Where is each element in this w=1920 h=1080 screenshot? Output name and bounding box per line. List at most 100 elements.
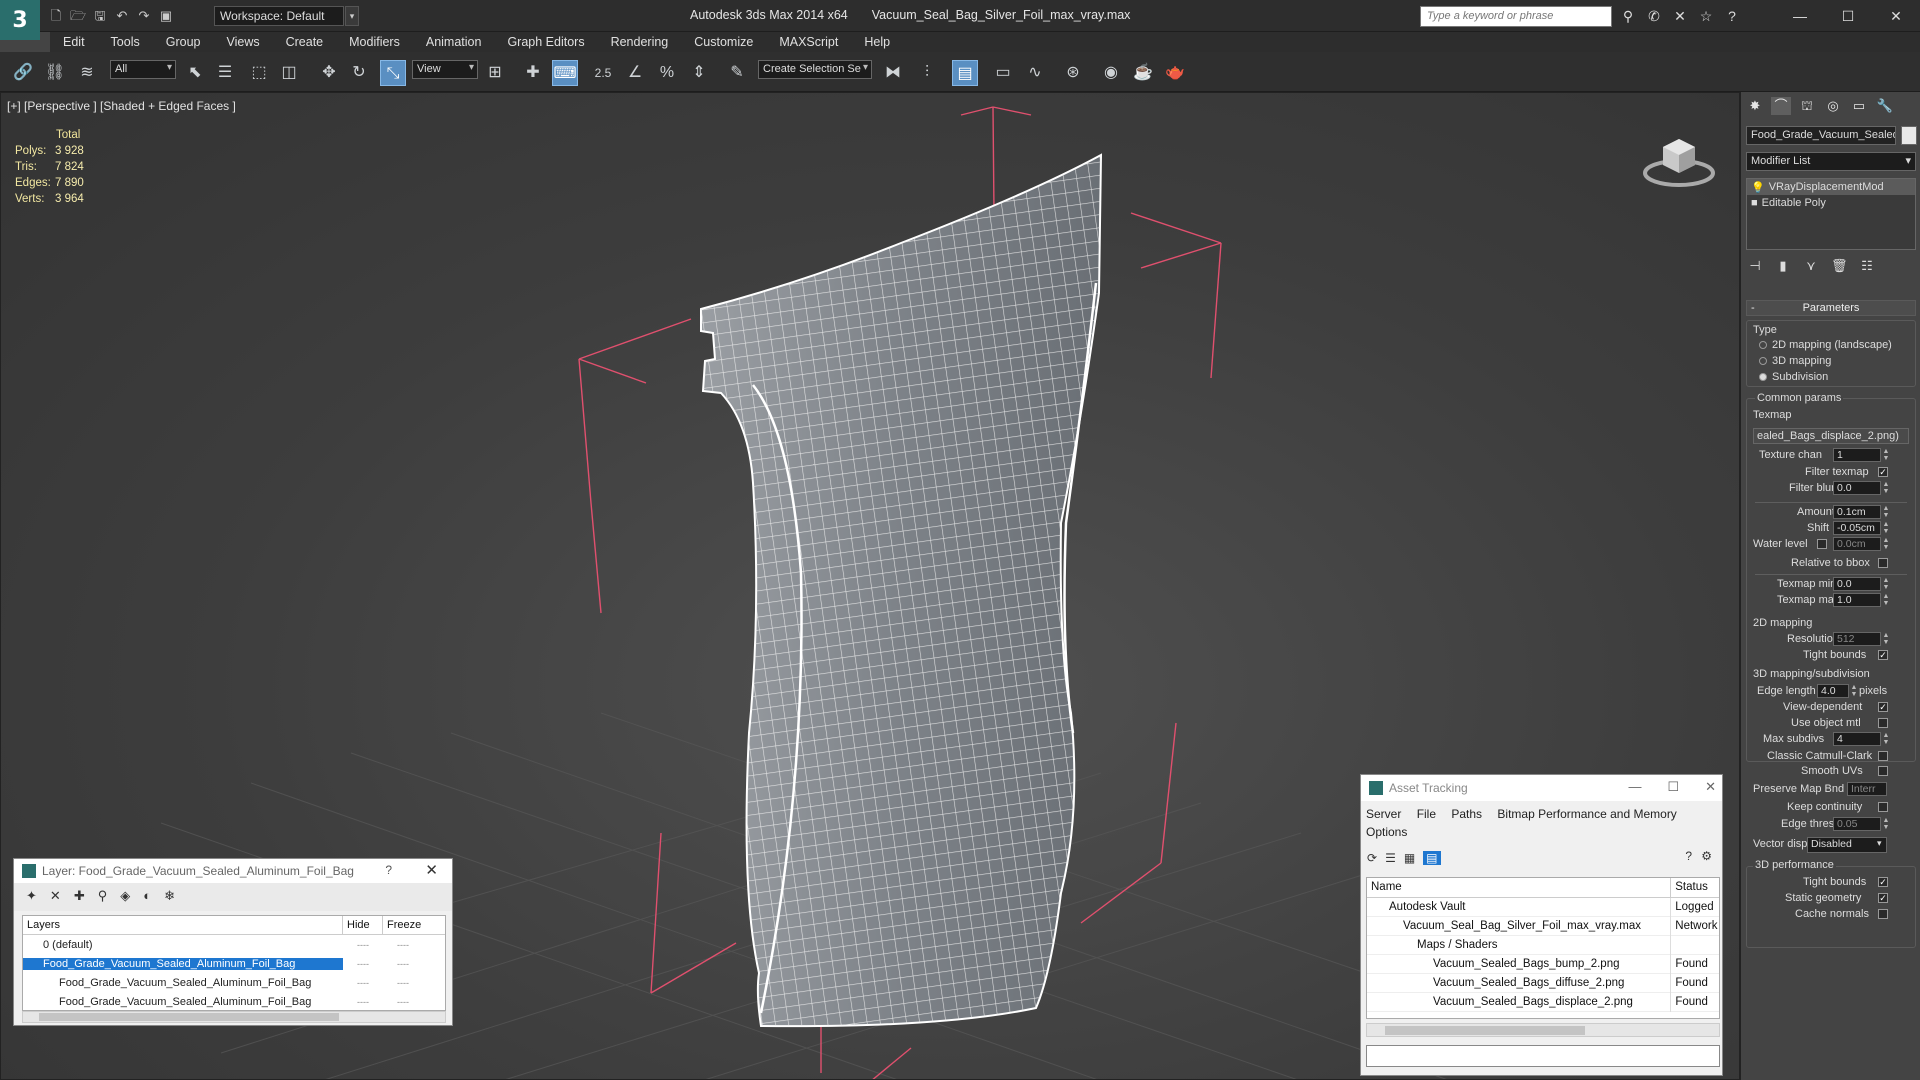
select-in-layer-icon[interactable]: ⚲ [98, 888, 108, 906]
relative-bbox-checkbox[interactable] [1878, 558, 1888, 568]
menu-create[interactable]: Create [273, 32, 337, 52]
snaps-toggle-icon[interactable]: 2.5 [590, 60, 616, 86]
bind-spacewarp-icon[interactable]: ≋ [74, 60, 100, 86]
minimize-button[interactable]: — [1628, 779, 1641, 795]
radio-2d-mapping[interactable]: 2D mapping (landscape) [1759, 339, 1892, 351]
water-level-spinner[interactable]: 0.0cm [1833, 537, 1881, 551]
configure-sets-icon[interactable]: ☷ [1859, 258, 1875, 274]
spinner-arrows-icon[interactable]: ▲ ▼ [1850, 684, 1858, 698]
radio-subdivision[interactable]: Subdivision [1759, 371, 1828, 383]
menu-tools[interactable]: Tools [98, 32, 153, 52]
layer-row[interactable]: Food_Grade_Vacuum_Sealed_Aluminum_Foil_B… [23, 973, 445, 992]
menu-help[interactable]: Help [851, 32, 903, 52]
create-tab-icon[interactable]: ✸ [1745, 97, 1765, 115]
display-tab-icon[interactable]: ▭ [1849, 97, 1869, 115]
freeze-toggle[interactable]: ---- [383, 978, 423, 988]
refresh-icon[interactable]: ⟳ [1367, 851, 1377, 865]
layer-row[interactable]: Food_Grade_Vacuum_Sealed_Aluminum_Foil_B… [23, 992, 445, 1011]
viewcube-icon[interactable] [1641, 127, 1717, 189]
spinner-arrows-icon[interactable]: ▲ ▼ [1882, 521, 1890, 535]
horizontal-scrollbar[interactable] [1366, 1023, 1720, 1037]
communication-icon[interactable]: ✆ [1646, 8, 1662, 25]
freeze-toggle[interactable]: ---- [383, 940, 423, 950]
col-hide[interactable]: Hide [343, 916, 383, 934]
select-manipulate-icon[interactable]: ✚ [520, 60, 546, 86]
resolution-spinner[interactable]: 512 [1833, 632, 1881, 646]
redo-icon[interactable]: ↷ [136, 8, 152, 24]
asset-row[interactable]: Maps / Shaders [1367, 935, 1719, 955]
layer-manager-icon[interactable]: ▤ [952, 60, 978, 86]
asset-row[interactable]: Vacuum_Sealed_Bags_displace_2.png Found [1367, 992, 1719, 1012]
radio-3d-mapping[interactable]: 3D mapping [1759, 355, 1831, 367]
render-setup-icon[interactable]: ☕ [1130, 60, 1156, 86]
scroll-thumb[interactable] [39, 1013, 339, 1021]
highlight-layer-icon[interactable]: ◈ [120, 888, 130, 906]
dropdown-arrow-icon[interactable]: ▾ [1877, 838, 1882, 849]
spinner-arrows-icon[interactable]: ▲ ▼ [1882, 537, 1890, 551]
spinner-arrows-icon[interactable]: ▲ ▼ [1882, 577, 1890, 591]
hide-toggle[interactable]: ---- [343, 940, 383, 950]
close-button[interactable]: ✕ [1872, 0, 1920, 32]
show-end-result-icon[interactable]: ▮ [1775, 258, 1791, 274]
asset-row[interactable]: Vacuum_Seal_Bag_Silver_Foil_max_vray.max… [1367, 916, 1719, 936]
spinner-arrows-icon[interactable]: ▲ ▼ [1882, 632, 1890, 646]
col-layers[interactable]: Layers [23, 916, 343, 934]
smooth-uvs-checkbox[interactable] [1878, 766, 1888, 776]
edge-thresh-spinner[interactable]: 0.05 [1833, 817, 1881, 831]
view-dependent-checkbox[interactable]: ✓ [1878, 702, 1888, 712]
horizontal-scrollbar[interactable] [22, 1011, 446, 1023]
object-color-swatch[interactable] [1901, 126, 1917, 145]
asset-row[interactable]: Vacuum_Sealed_Bags_diffuse_2.png Found [1367, 973, 1719, 993]
water-level-checkbox[interactable] [1817, 539, 1827, 549]
preserve-map-bnd-dropdown[interactable]: Interr [1847, 782, 1887, 796]
rectangular-selection-icon[interactable]: ⬚ [246, 60, 272, 86]
modify-tab-icon[interactable]: ⌒ [1771, 97, 1791, 115]
thumbnail-view-icon[interactable]: ▦ [1404, 851, 1415, 865]
project-folder-icon[interactable]: ▣ [158, 8, 174, 24]
use-object-mtl-checkbox[interactable] [1878, 718, 1888, 728]
hide-toggle[interactable]: ---- [343, 997, 383, 1007]
menu-animation[interactable]: Animation [413, 32, 495, 52]
parameters-rollout-header[interactable]: - Parameters [1746, 300, 1916, 316]
menu-customize[interactable]: Customize [681, 32, 766, 52]
unlink-icon[interactable]: ⛓ [42, 60, 68, 86]
minimize-button[interactable]: — [1776, 0, 1824, 32]
hide-all-layers-icon[interactable]: ◐ [143, 888, 151, 906]
layer-row[interactable]: Food_Grade_Vacuum_Sealed_Aluminum_Foil_B… [23, 954, 445, 973]
menu-maxscript[interactable]: MAXScript [766, 32, 851, 52]
keyboard-shortcut-override-icon[interactable]: ⌨ [552, 60, 578, 86]
object-name-field[interactable]: Food_Grade_Vacuum_Sealed [1746, 126, 1896, 145]
stack-item-editable-poly[interactable]: ■ Editable Poly [1747, 195, 1915, 211]
make-unique-icon[interactable]: ⋎ [1803, 258, 1819, 274]
lightbulb-icon[interactable]: 💡 [1751, 181, 1765, 194]
modifier-list-dropdown[interactable]: Modifier List [1746, 152, 1916, 171]
scale-icon[interactable]: ⤡ [380, 60, 406, 86]
texmap-button[interactable]: ealed_Bags_displace_2.png) [1753, 428, 1909, 444]
col-name[interactable]: Name [1367, 878, 1672, 897]
spinner-arrows-icon[interactable]: ▲ ▼ [1882, 448, 1890, 462]
close-button[interactable]: ✕ [1705, 779, 1716, 795]
asset-row[interactable]: Autodesk Vault Logged [1367, 897, 1719, 917]
percent-snap-icon[interactable]: % [654, 60, 680, 86]
menu-graph-editors[interactable]: Graph Editors [494, 32, 597, 52]
hide-toggle[interactable]: ---- [343, 959, 383, 969]
angle-snap-icon[interactable]: ∠ [622, 60, 648, 86]
texmap-min-spinner[interactable]: 0.0 [1833, 577, 1881, 591]
help-button[interactable]: ? [385, 863, 392, 877]
asset-row[interactable]: Vacuum_Sealed_Bags_bump_2.png Found [1367, 954, 1719, 974]
workspace-dropdown-arrow[interactable]: ▾ [345, 6, 359, 26]
scroll-thumb[interactable] [1385, 1026, 1585, 1035]
keep-continuity-checkbox[interactable] [1878, 802, 1888, 812]
menu-edit[interactable]: Edit [50, 32, 98, 52]
schematic-view-icon[interactable]: ⊛ [1060, 60, 1086, 86]
table-view-icon[interactable]: ▤ [1423, 851, 1441, 865]
texmap-max-spinner[interactable]: 1.0 [1833, 593, 1881, 607]
texture-chan-spinner[interactable]: 1 [1833, 448, 1881, 462]
menu-server[interactable]: Server [1366, 807, 1401, 821]
filter-texmap-checkbox[interactable]: ✓ [1878, 467, 1888, 477]
search-input[interactable]: Type a keyword or phrase [1420, 6, 1612, 27]
asset-tracking-titlebar[interactable]: Asset Tracking — ☐ ✕ [1361, 775, 1722, 801]
select-by-name-icon[interactable]: ☰ [212, 60, 238, 86]
menu-modifiers[interactable]: Modifiers [336, 32, 413, 52]
settings-icon[interactable]: ⚙ [1701, 849, 1712, 863]
